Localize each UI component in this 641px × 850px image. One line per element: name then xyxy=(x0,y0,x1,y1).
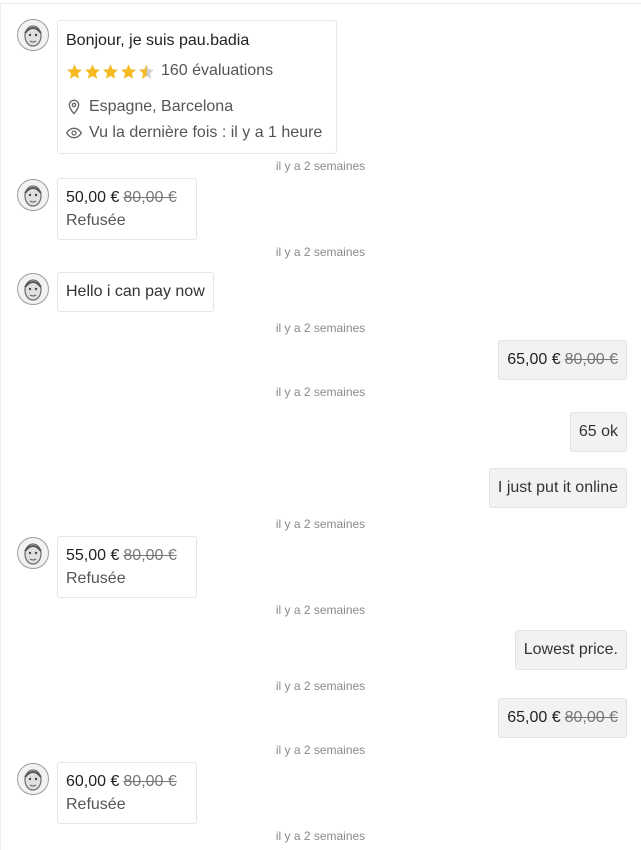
offer-bubble: 65,00 €80,00 € xyxy=(498,698,627,738)
message-timestamp: il y a 2 semaines xyxy=(275,603,366,617)
message-bubble: I just put it online xyxy=(488,468,627,508)
message-timestamp: il y a 2 semaines xyxy=(275,159,366,173)
message-timestamp: il y a 2 semaines xyxy=(275,679,366,693)
offer-price: 60,00 € xyxy=(66,773,120,790)
offer-price: 55,00 € xyxy=(66,547,120,564)
avatar[interactable] xyxy=(17,179,49,211)
offer-original-price: 80,00 € xyxy=(123,773,177,790)
message-timestamp: il y a 2 semaines xyxy=(275,743,366,757)
top-divider xyxy=(0,3,641,4)
star-full-icon xyxy=(67,63,82,79)
last-seen-text: Vu la dernière fois : il y a 1 heure xyxy=(89,124,323,141)
offer-bubble: 60,00 €80,00 € Refusée xyxy=(57,762,197,824)
profile-greeting: Bonjour, je suis pau.badia xyxy=(66,32,250,49)
message-bubble: Lowest price. xyxy=(514,630,627,670)
star-full-icon xyxy=(103,63,118,79)
message-timestamp: il y a 2 semaines xyxy=(275,385,366,399)
eye-icon xyxy=(66,127,82,139)
profile-card: Bonjour, je suis pau.badia 160 évaluatio… xyxy=(57,20,337,154)
message-timestamp: il y a 2 semaines xyxy=(275,245,366,259)
avatar[interactable] xyxy=(17,537,49,569)
offer-price: 50,00 € xyxy=(66,189,120,206)
offer-original-price: 80,00 € xyxy=(564,709,618,726)
avatar[interactable] xyxy=(17,273,49,305)
message-bubble: Hello i can pay now xyxy=(57,272,214,312)
offer-bubble: 50,00 €80,00 € Refusée xyxy=(57,178,197,240)
message-bubble: 65 ok xyxy=(569,412,627,452)
offer-original-price: 80,00 € xyxy=(123,547,177,564)
location-pin-icon xyxy=(68,99,80,115)
offer-status: Refusée xyxy=(66,796,126,813)
message-timestamp: il y a 2 semaines xyxy=(275,829,366,843)
offer-bubble: 55,00 €80,00 € Refusée xyxy=(57,536,197,598)
star-full-icon xyxy=(85,63,100,79)
profile-rating[interactable]: 160 évaluations xyxy=(66,61,328,81)
offer-status: Refusée xyxy=(66,212,126,229)
location-text: Espagne, Barcelona xyxy=(89,98,234,115)
message-timestamp: il y a 2 semaines xyxy=(275,321,366,335)
avatar[interactable] xyxy=(17,19,49,51)
message-timestamp: il y a 2 semaines xyxy=(275,517,366,531)
star-half-icon xyxy=(139,63,154,79)
profile-location: Espagne, Barcelona xyxy=(66,97,328,117)
star-full-icon xyxy=(121,63,136,79)
offer-bubble: 65,00 €80,00 € xyxy=(498,340,627,380)
offer-original-price: 80,00 € xyxy=(123,189,177,206)
profile-last-seen: Vu la dernière fois : il y a 1 heure xyxy=(66,123,328,143)
offer-price: 65,00 € xyxy=(507,709,561,726)
offer-original-price: 80,00 € xyxy=(564,351,618,368)
offer-status: Refusée xyxy=(66,570,126,587)
rating-stars xyxy=(66,63,155,80)
left-divider xyxy=(0,3,1,850)
avatar[interactable] xyxy=(17,763,49,795)
review-count[interactable]: 160 évaluations xyxy=(161,61,273,81)
offer-price: 65,00 € xyxy=(507,351,561,368)
